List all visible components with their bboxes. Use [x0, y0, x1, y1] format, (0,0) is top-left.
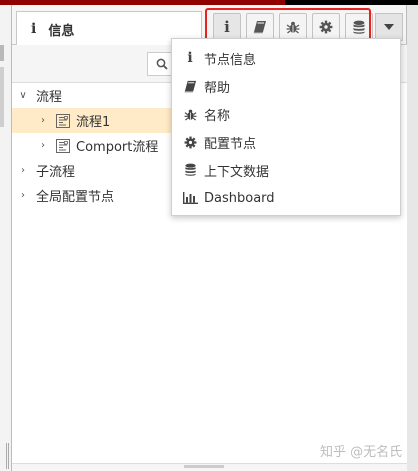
- tree-label-flow: Comport流程: [76, 140, 159, 155]
- dropdown-button[interactable]: [375, 13, 403, 41]
- chevron-right-icon[interactable]: ›: [16, 190, 30, 201]
- bug-icon: [286, 21, 300, 34]
- menu-item-config-nodes[interactable]: 配置节点: [172, 128, 400, 156]
- tree-row-flow-2[interactable]: › Comport流程: [12, 133, 177, 158]
- tab-info-label: 信息: [48, 23, 75, 39]
- chevron-down-icon[interactable]: ∨: [16, 90, 30, 101]
- info-icon: i: [187, 50, 193, 66]
- menu-item-label: 上下文数据: [204, 164, 270, 180]
- tree-label-subflows: 子流程: [36, 165, 76, 180]
- menu-item-dashboard[interactable]: Dashboard: [172, 184, 400, 212]
- menu-item-label: 帮助: [204, 80, 231, 96]
- chevron-right-icon[interactable]: ›: [36, 140, 50, 151]
- bar-chart-icon: [182, 192, 198, 204]
- database-icon: [182, 163, 198, 177]
- tree-row-subflows[interactable]: › 子流程: [12, 158, 177, 183]
- caret-down-icon: [384, 24, 394, 30]
- database-icon: [353, 20, 365, 34]
- menu-item-label: 名称: [204, 108, 231, 124]
- tree-row-flows[interactable]: ∨ 流程: [12, 83, 177, 108]
- menu-item-context-data[interactable]: 上下文数据: [172, 156, 400, 184]
- tree-label-global-config: 全局配置节点: [36, 190, 115, 205]
- resize-grip[interactable]: [6, 443, 9, 469]
- tree-label-flow: 流程1: [76, 115, 111, 130]
- debug-button[interactable]: [279, 13, 307, 41]
- book-icon: [182, 80, 198, 93]
- search-icon: [156, 58, 168, 70]
- outline-tree: ∨ 流程 › 流程1 › Comport流程 › 子流程 › 全局配置节点: [12, 83, 177, 208]
- sidebar-dropdown-menu: i 节点信息 帮助 名称 配置节点 上下文数据 Dashboard: [171, 38, 401, 216]
- gear-icon: [182, 136, 198, 149]
- gear-icon: [319, 20, 333, 34]
- right-edge: [407, 5, 418, 471]
- flow-icon: [56, 138, 70, 153]
- menu-item-label: Dashboard: [204, 190, 275, 206]
- info-icon: i: [224, 18, 230, 36]
- flow-icon: [56, 113, 70, 128]
- chevron-right-icon[interactable]: ›: [36, 115, 50, 126]
- info-button[interactable]: i: [213, 13, 241, 41]
- menu-item-name[interactable]: 名称: [172, 100, 400, 128]
- watermark-text: 知乎 @无名氏: [320, 445, 403, 460]
- tree-row-flow-1[interactable]: › 流程1: [12, 108, 177, 133]
- tree-row-global-config[interactable]: › 全局配置节点: [12, 183, 177, 208]
- info-icon: i: [31, 21, 37, 37]
- edge-mark: [0, 45, 4, 61]
- scrollbar-thumb[interactable]: [184, 465, 224, 468]
- chevron-right-icon[interactable]: ›: [16, 165, 30, 176]
- menu-item-label: 配置节点: [204, 136, 257, 152]
- menu-item-node-info[interactable]: i 节点信息: [172, 44, 400, 72]
- config-button[interactable]: [312, 13, 340, 41]
- menu-item-label: 节点信息: [204, 52, 257, 68]
- menu-item-help[interactable]: 帮助: [172, 72, 400, 100]
- horizontal-scrollbar[interactable]: [12, 463, 407, 471]
- tree-label-flows: 流程: [36, 90, 63, 105]
- edge-mark: [0, 67, 4, 127]
- workspace-edge: [0, 5, 12, 471]
- help-button[interactable]: [246, 13, 274, 41]
- book-icon: [253, 21, 266, 34]
- context-data-button[interactable]: [345, 13, 373, 41]
- bug-icon: [182, 108, 198, 121]
